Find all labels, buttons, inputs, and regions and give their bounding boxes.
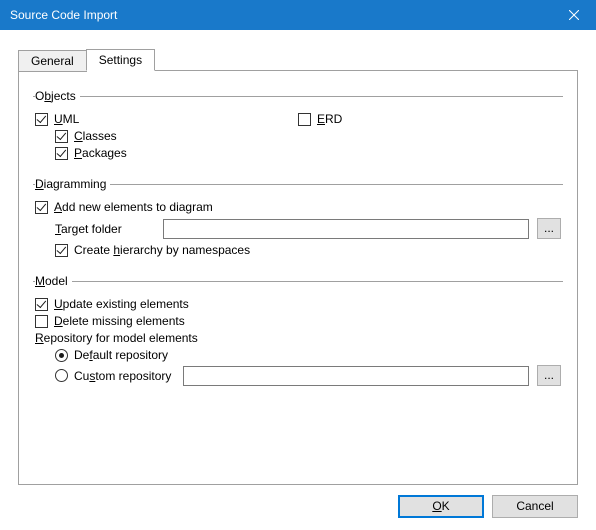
label-repository: Repository for model elements <box>35 331 198 345</box>
label-custom-repository: Custom repository <box>74 369 171 383</box>
tab-settings[interactable]: Settings <box>86 49 155 71</box>
group-objects-legend: Objects <box>35 89 80 103</box>
cancel-button[interactable]: Cancel <box>492 495 578 518</box>
checkbox-create-hierarchy[interactable] <box>55 244 68 257</box>
label-update-existing: Update existing elements <box>54 297 189 311</box>
group-model: Model Update existing elements Delete mi… <box>33 274 563 393</box>
group-objects: Objects UML Classes Packages <box>33 89 563 167</box>
input-custom-repository[interactable] <box>183 366 529 386</box>
group-diagramming: Diagramming Add new elements to diagram … <box>33 177 563 264</box>
dialog-window: Source Code Import General Settings Obje… <box>0 0 596 530</box>
label-default-repository: Default repository <box>74 348 168 362</box>
input-target-folder[interactable] <box>163 219 529 239</box>
close-button[interactable] <box>551 0 596 30</box>
label-create-hierarchy: Create hierarchy by namespaces <box>74 243 250 257</box>
checkbox-delete-missing[interactable] <box>35 315 48 328</box>
tab-panel-settings: Objects UML Classes Packages <box>18 70 578 485</box>
checkbox-add-elements[interactable] <box>35 201 48 214</box>
label-delete-missing: Delete missing elements <box>54 314 185 328</box>
label-target-folder: Target folder <box>55 222 155 236</box>
dialog-footer: OK Cancel <box>18 485 578 518</box>
titlebar: Source Code Import <box>0 0 596 30</box>
browse-target-button[interactable]: ... <box>537 218 561 239</box>
checkbox-update-existing[interactable] <box>35 298 48 311</box>
tab-bar: General Settings <box>18 48 578 70</box>
radio-default-repository[interactable] <box>55 349 68 362</box>
radio-custom-repository[interactable] <box>55 369 68 382</box>
checkbox-classes[interactable] <box>55 130 68 143</box>
checkbox-packages[interactable] <box>55 147 68 160</box>
group-model-legend: Model <box>35 274 72 288</box>
tab-general[interactable]: General <box>18 50 87 72</box>
label-uml: UML <box>54 112 79 126</box>
close-icon <box>569 10 579 20</box>
label-add-elements: Add new elements to diagram <box>54 200 213 214</box>
checkbox-uml[interactable] <box>35 113 48 126</box>
checkbox-erd[interactable] <box>298 113 311 126</box>
client-area: General Settings Objects UML Classes <box>0 30 596 530</box>
label-packages: Packages <box>74 146 127 160</box>
browse-custom-repo-button[interactable]: ... <box>537 365 561 386</box>
group-diagramming-legend: Diagramming <box>35 177 110 191</box>
window-title: Source Code Import <box>10 8 551 22</box>
label-classes: Classes <box>74 129 117 143</box>
ok-button[interactable]: OK <box>398 495 484 518</box>
label-erd: ERD <box>317 112 342 126</box>
